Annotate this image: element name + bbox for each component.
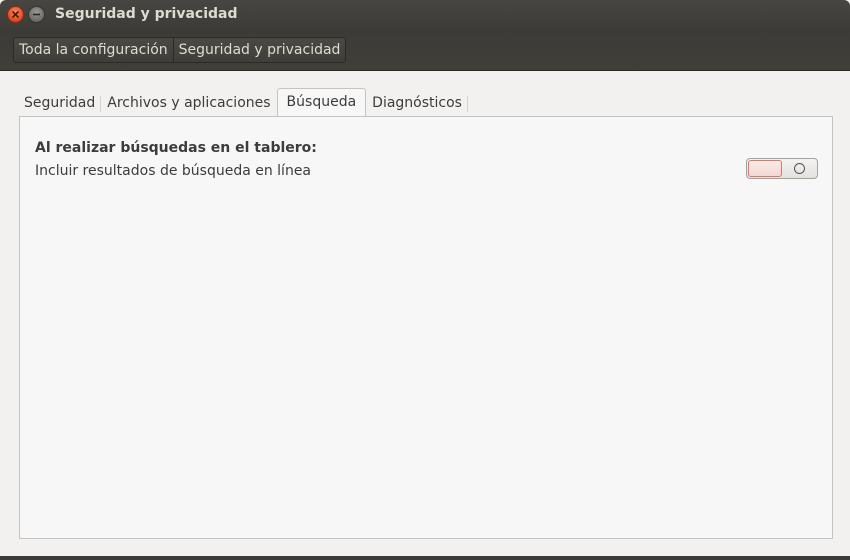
close-icon xyxy=(11,10,20,19)
minimize-button[interactable] xyxy=(28,6,45,23)
breadcrumb-all-settings[interactable]: Toda la configuración xyxy=(14,38,173,62)
tab-diagnostics[interactable]: Diagnósticos xyxy=(366,90,468,116)
window-title: Seguridad y privacidad xyxy=(55,6,238,22)
toolbar: Toda la configuración Seguridad y privac… xyxy=(0,30,850,71)
settings-window: Seguridad y privacidad Toda la configura… xyxy=(0,0,850,560)
tab-search[interactable]: Búsqueda xyxy=(276,88,367,116)
close-button[interactable] xyxy=(7,6,24,23)
breadcrumb-security-privacy[interactable]: Seguridad y privacidad xyxy=(172,38,346,62)
online-results-label: Incluir resultados de búsqueda en línea xyxy=(35,163,312,179)
minimize-icon xyxy=(33,13,40,16)
off-circle-icon xyxy=(794,163,805,174)
desktop-edge xyxy=(0,556,850,560)
online-results-switch[interactable] xyxy=(746,158,818,179)
search-panel: Al realizar búsquedas en el tablero: Inc… xyxy=(19,116,833,539)
tab-files-applications[interactable]: Archivos y aplicaciones xyxy=(101,90,276,116)
tab-bar: Seguridad Archivos y aplicaciones Búsque… xyxy=(18,88,468,116)
breadcrumb: Toda la configuración Seguridad y privac… xyxy=(13,37,347,63)
title-bar: Seguridad y privacidad xyxy=(0,0,850,30)
tab-security[interactable]: Seguridad xyxy=(18,90,102,116)
section-heading: Al realizar búsquedas en el tablero: xyxy=(35,140,317,156)
switch-knob[interactable] xyxy=(748,160,782,177)
